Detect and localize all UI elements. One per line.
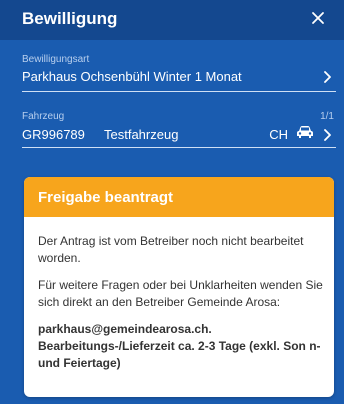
car-icon bbox=[297, 126, 313, 138]
close-button[interactable] bbox=[308, 8, 328, 28]
chevron-right-icon bbox=[324, 71, 331, 83]
vehicle-label: Fahrzeug bbox=[22, 111, 65, 122]
status-card-header: Freigabe beantragt bbox=[24, 177, 334, 217]
vehicle-row[interactable]: Fahrzeug 1/1 GR996789 Testfahrzeug CH bbox=[22, 108, 336, 148]
permit-type-row[interactable]: Bewilligungsart Parkhaus Ochsenbühl Wint… bbox=[22, 52, 336, 92]
contact-instructions: Für weitere Fragen oder bei Unklarheiten… bbox=[38, 278, 323, 309]
vehicle-name: Testfahrzeug bbox=[104, 127, 179, 142]
close-icon bbox=[312, 12, 324, 24]
vehicle-country: CH bbox=[269, 127, 288, 142]
processing-time: Bearbeitungs-/Lieferzeit ca. 2-3 Tage (e… bbox=[38, 339, 321, 370]
chevron-right-icon bbox=[324, 129, 331, 141]
vehicle-count: 1/1 bbox=[320, 111, 334, 122]
vehicle-plate: GR996789 bbox=[22, 127, 85, 142]
status-card-body: Der Antrag ist vom Betreiber noch nicht … bbox=[38, 233, 326, 372]
status-title: Freigabe beantragt bbox=[38, 189, 174, 206]
header-bar: Bewilligung bbox=[0, 0, 344, 40]
permit-type-value: Parkhaus Ochsenbühl Winter 1 Monat bbox=[22, 69, 242, 84]
status-card: Freigabe beantragt Der Antrag ist vom Be… bbox=[24, 177, 334, 397]
page-title: Bewilligung bbox=[22, 9, 118, 28]
permit-type-label: Bewilligungsart bbox=[22, 54, 90, 65]
status-message: Der Antrag ist vom Betreiber noch nicht … bbox=[38, 234, 304, 265]
operator-email: parkhaus@gemeindearosa.ch. bbox=[38, 322, 212, 336]
